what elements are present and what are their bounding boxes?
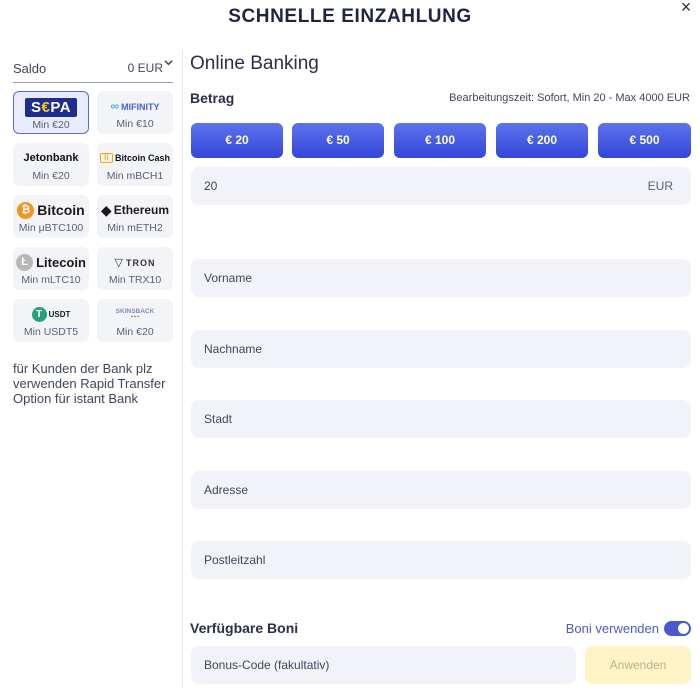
method-bitcoin-cash[interactable]: ((Bitcoin Cash Min mBCH1 [97,143,173,186]
method-min: Min mBCH1 [106,170,164,182]
amount-label: Betrag [190,90,235,106]
use-bonus-label: Boni verwenden [565,621,659,636]
method-jetonbank[interactable]: Jetonbank Min €20 [13,143,89,186]
method-min: Min mLTC10 [21,274,81,286]
method-bitcoin[interactable]: ₿ Bitcoin Min μBTC100 [13,195,89,238]
amount-200-button[interactable]: € 200 [496,123,588,158]
saldo-label: Saldo [13,61,47,76]
ethereum-logo: ◆ Ethereum [100,201,170,218]
first-name-field[interactable]: Vorname [191,259,691,297]
method-litecoin[interactable]: Ł Litecoin Min mLTC10 [13,247,89,290]
use-bonus-toggle[interactable] [664,621,691,636]
ethereum-icon: ◆ [100,201,112,218]
toggle-knob [678,623,689,634]
modal-title: SCHNELLE EINZAHLUNG [228,6,472,27]
method-usdt[interactable]: T USDT Min USDT5 [13,299,89,342]
skinsback-logo: SKINSBACK ▪ ▪ ▪ [115,308,155,320]
bitcoin-logo: ₿ Bitcoin [13,200,89,220]
jetonbank-logo: Jetonbank [23,152,79,164]
usdt-logo: T USDT [13,304,89,324]
method-min: Min €20 [32,119,70,131]
saldo-value: 0 EUR [127,61,163,75]
mifinity-logo: ∞ MIFINITY [110,99,160,113]
postal-code-field[interactable]: Postleitzahl [191,541,691,579]
sepa-logo: S€PA [14,97,88,117]
amount-100-button[interactable]: € 100 [394,123,486,158]
bitcoin-icon: ₿ [17,201,35,219]
bank-note: für Kunden der Bank plz verwenden Rapid … [13,361,166,406]
method-min: Min mETH2 [107,222,163,234]
litecoin-icon: Ł [16,253,34,271]
amount-value: 20 [204,179,218,193]
postal-code-placeholder: Postleitzahl [204,553,266,567]
method-tron[interactable]: ▽ TRON Min TRX10 [97,247,173,290]
litecoin-logo: Ł Litecoin [13,252,89,272]
bonus-code-input[interactable]: Bonus-Code (fakultativ) [191,646,576,684]
payment-sidebar: Saldo 0 EUR S€PA Min €20 ∞ MIFINITY Min €… [0,50,183,688]
amount-presets: € 20 € 50 € 100 € 200 € 500 [191,123,691,159]
bitcoin-cash-logo: ((Bitcoin Cash [97,148,173,168]
method-skinsback[interactable]: SKINSBACK ▪ ▪ ▪ Min €20 [97,299,173,342]
processing-info: Bearbeitungszeit: Sofort, Min 20 - Max 4… [449,92,690,104]
section-title: Online Banking [190,53,319,74]
city-placeholder: Stadt [204,412,233,426]
amount-500-button[interactable]: € 500 [598,123,691,158]
chevron-down-icon [164,58,173,70]
city-field[interactable]: Stadt [191,400,691,438]
amount-currency: EUR [647,179,673,193]
bitcoin-cash-icon: (( [99,153,113,163]
apply-bonus-button[interactable]: Anwenden [585,646,691,684]
method-min: Min €20 [116,326,154,338]
method-mifinity[interactable]: ∞ MIFINITY Min €10 [97,91,173,134]
method-min: Min USDT5 [23,326,79,338]
amount-input[interactable]: 20 EUR [191,167,691,205]
amount-50-button[interactable]: € 50 [292,123,384,158]
first-name-placeholder: Vorname [204,271,253,285]
method-min: Min TRX10 [108,274,162,286]
address-placeholder: Adresse [204,483,249,497]
tron-icon: ▽ [114,256,124,269]
last-name-placeholder: Nachname [204,342,263,356]
method-ethereum[interactable]: ◆ Ethereum Min mETH2 [97,195,173,238]
method-min: Min μBTC100 [18,222,84,234]
close-icon[interactable]: × [676,0,696,18]
tether-icon: T [31,306,47,322]
method-min: Min €20 [32,170,70,182]
address-field[interactable]: Adresse [191,471,691,509]
saldo-selector[interactable]: Saldo 0 EUR [13,55,173,83]
bonus-code-placeholder: Bonus-Code (fakultativ) [204,658,330,672]
method-sepa[interactable]: S€PA Min €20 [13,91,89,134]
amount-20-button[interactable]: € 20 [191,123,283,158]
last-name-field[interactable]: Nachname [191,330,691,368]
method-min: Min €10 [116,118,154,130]
bonus-section-title: Verfügbare Boni [190,620,299,636]
tron-logo: ▽ TRON [114,256,156,269]
